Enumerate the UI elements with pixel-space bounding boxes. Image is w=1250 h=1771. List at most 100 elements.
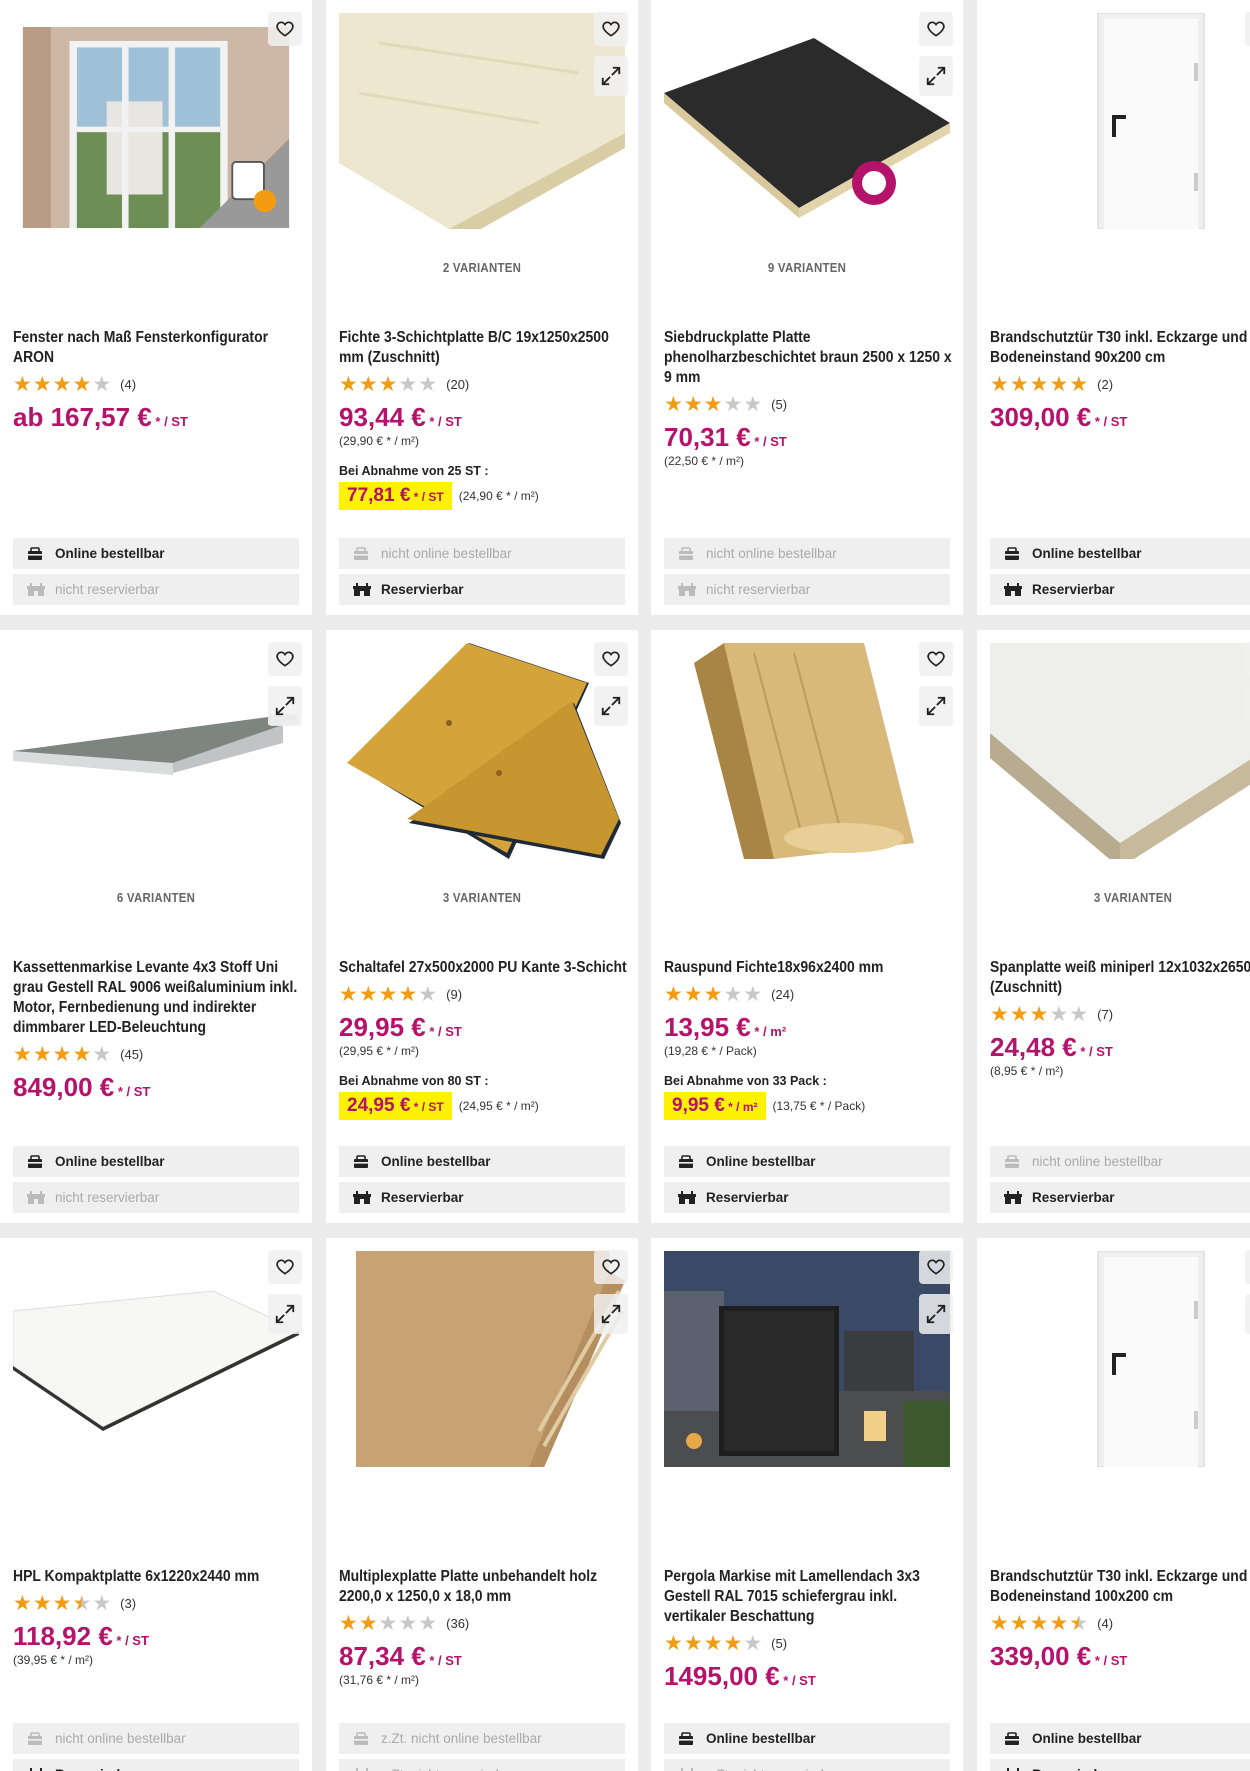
reservation-status[interactable]: Reservierbar xyxy=(990,574,1250,605)
reservation-status[interactable]: Reservierbar xyxy=(13,1759,299,1771)
compare-arrows-icon[interactable] xyxy=(268,1294,302,1334)
product-image[interactable] xyxy=(990,1251,1250,1467)
variants-label[interactable]: 9 VARIANTEN xyxy=(670,260,945,275)
product-title[interactable]: Fichte 3-Schichtplatte B/C 19x1250x2500 … xyxy=(339,328,627,368)
product-card[interactable]: Fenster nach Maß Fensterkonfigurator ARO… xyxy=(0,0,312,615)
online-order-status[interactable]: Online bestellbar xyxy=(664,1146,950,1177)
product-image[interactable] xyxy=(13,1251,299,1467)
product-card[interactable]: 3 VARIANTEN Spanplatte weiß miniperl 12x1… xyxy=(977,630,1250,1223)
favorite-heart-icon[interactable] xyxy=(268,1250,302,1284)
variants-label[interactable]: 3 VARIANTEN xyxy=(996,890,1250,905)
reservation-status[interactable]: Reservierbar xyxy=(990,1182,1250,1213)
product-image[interactable] xyxy=(664,13,950,229)
product-image[interactable] xyxy=(664,643,950,859)
reservation-status[interactable]: Reservierbar xyxy=(339,574,625,605)
online-order-status[interactable]: Online bestellbar xyxy=(339,1146,625,1177)
rating-stars[interactable]: ★ ★ ★ ★ ★ (5) xyxy=(664,394,787,415)
rating-stars[interactable]: ★ ★ ★ ★ ★ (20) xyxy=(339,374,469,395)
product-image[interactable] xyxy=(13,643,299,859)
variants-label[interactable]: 2 VARIANTEN xyxy=(345,260,620,275)
rating-stars[interactable]: ★ ★ ★ ★ ★ (36) xyxy=(339,1613,469,1634)
reservation-status[interactable]: nicht reservierbar xyxy=(13,1182,299,1213)
reservation-status[interactable]: Reservierbar xyxy=(339,1182,625,1213)
reservation-status[interactable]: nicht reservierbar xyxy=(13,574,299,605)
online-order-status[interactable]: nicht online bestellbar xyxy=(13,1723,299,1754)
product-title[interactable]: Pergola Markise mit Lamellendach 3x3 Ges… xyxy=(664,1567,952,1627)
product-title[interactable]: Kassettenmarkise Levante 4x3 Stoff Uni g… xyxy=(13,958,301,1038)
product-title[interactable]: Siebdruckplatte Platte phenolharzbeschic… xyxy=(664,328,952,388)
product-card[interactable]: 9 VARIANTEN Siebdruckplatte Platte phenol… xyxy=(651,0,963,615)
product-image[interactable] xyxy=(990,643,1250,859)
favorite-heart-icon[interactable] xyxy=(268,642,302,676)
product-image[interactable] xyxy=(339,1251,625,1467)
rating-stars[interactable]: ★ ★ ★ ★ ★ (2) xyxy=(990,374,1113,395)
compare-arrows-icon[interactable] xyxy=(919,56,953,96)
rating-stars[interactable]: ★ ★ ★ ★ ★ (7) xyxy=(990,1004,1113,1025)
product-title[interactable]: Schaltafel 27x500x2000 PU Kante 3-Schich… xyxy=(339,958,627,978)
product-card[interactable]: 2 VARIANTEN Fichte 3-Schichtplatte B/C 19… xyxy=(326,0,638,615)
compare-arrows-icon[interactable] xyxy=(919,686,953,726)
product-image[interactable] xyxy=(339,643,625,859)
compare-arrows-icon[interactable] xyxy=(594,686,628,726)
product-image[interactable] xyxy=(339,13,625,229)
online-order-status[interactable]: Online bestellbar xyxy=(13,1146,299,1177)
online-order-status[interactable]: nicht online bestellbar xyxy=(990,1146,1250,1177)
favorite-heart-icon[interactable] xyxy=(1245,1250,1250,1284)
reservation-status[interactable]: z.Zt. nicht reservierbar xyxy=(339,1759,625,1771)
product-title[interactable]: Spanplatte weiß miniperl 12x1032x2650 (Z… xyxy=(990,958,1250,998)
product-card[interactable]: 3 VARIANTEN Schaltafel 27x500x2000 PU Kan… xyxy=(326,630,638,1223)
online-order-status[interactable]: z.Zt. nicht online bestellbar xyxy=(339,1723,625,1754)
favorite-heart-icon[interactable] xyxy=(1245,12,1250,46)
online-order-status[interactable]: nicht online bestellbar xyxy=(339,538,625,569)
product-card[interactable]: Brandschutztür T30 inkl. Eckzarge und Bo… xyxy=(977,0,1250,615)
reservation-status[interactable]: Reservierbar xyxy=(990,1759,1250,1771)
compare-arrows-icon[interactable] xyxy=(594,56,628,96)
online-order-status[interactable]: Online bestellbar xyxy=(13,538,299,569)
online-order-status[interactable]: Online bestellbar xyxy=(990,1723,1250,1754)
product-title[interactable]: Fenster nach Maß Fensterkonfigurator ARO… xyxy=(13,328,301,368)
favorite-heart-icon[interactable] xyxy=(919,642,953,676)
product-card[interactable]: Rauspund Fichte18x96x2400 mm ★ ★ ★ ★ ★ (24) 13,… xyxy=(651,630,963,1223)
rating-stars[interactable]: ★ ★ ★ ★ ★ (4) xyxy=(13,374,136,395)
favorite-heart-icon[interactable] xyxy=(268,12,302,46)
product-card[interactable]: HPL Kompaktplatte 6x1220x2440 mm ★ ★ ★ ★ ★ (3)… xyxy=(0,1238,312,1771)
favorite-heart-icon[interactable] xyxy=(594,12,628,46)
store-icon xyxy=(678,1190,698,1205)
online-order-status[interactable]: nicht online bestellbar xyxy=(664,538,950,569)
product-card[interactable]: Pergola Markise mit Lamellendach 3x3 Ges… xyxy=(651,1238,963,1771)
reservation-status[interactable]: nicht reservierbar xyxy=(664,574,950,605)
compare-arrows-icon[interactable] xyxy=(594,1294,628,1334)
online-order-status[interactable]: Online bestellbar xyxy=(990,538,1250,569)
favorite-heart-icon[interactable] xyxy=(919,1250,953,1284)
favorite-heart-icon[interactable] xyxy=(919,12,953,46)
reservation-status[interactable]: z.Zt. nicht reservierbar xyxy=(664,1759,950,1771)
product-title[interactable]: Rauspund Fichte18x96x2400 mm xyxy=(664,958,952,978)
product-image[interactable] xyxy=(664,1251,950,1467)
product-title[interactable]: HPL Kompaktplatte 6x1220x2440 mm xyxy=(13,1567,301,1587)
compare-arrows-icon[interactable] xyxy=(919,1294,953,1334)
variants-label[interactable]: 3 VARIANTEN xyxy=(345,890,620,905)
product-title[interactable]: Brandschutztür T30 inkl. Eckzarge und Bo… xyxy=(990,1567,1250,1607)
rating-stars[interactable]: ★ ★ ★ ★ ★ (3) xyxy=(13,1593,136,1614)
compare-arrows-icon[interactable] xyxy=(1245,1294,1250,1334)
product-title[interactable]: Multiplexplatte Platte unbehandelt holz … xyxy=(339,1567,627,1607)
rating-stars[interactable]: ★ ★ ★ ★ ★ (5) xyxy=(664,1633,787,1654)
favorite-heart-icon[interactable] xyxy=(594,1250,628,1284)
rating-stars[interactable]: ★ ★ ★ ★ ★ (4) xyxy=(990,1613,1113,1634)
compare-arrows-icon[interactable] xyxy=(268,686,302,726)
product-image[interactable] xyxy=(990,13,1250,229)
favorite-heart-icon[interactable] xyxy=(1245,642,1250,676)
product-card[interactable]: 6 VARIANTEN Kassettenmarkise Levante 4x3 … xyxy=(0,630,312,1223)
variants-label[interactable]: 6 VARIANTEN xyxy=(19,890,294,905)
rating-stars[interactable]: ★ ★ ★ ★ ★ (24) xyxy=(664,984,794,1005)
product-image[interactable] xyxy=(13,27,299,228)
rating-stars[interactable]: ★ ★ ★ ★ ★ (9) xyxy=(339,984,462,1005)
online-order-status[interactable]: Online bestellbar xyxy=(664,1723,950,1754)
product-card[interactable]: Brandschutztür T30 inkl. Eckzarge und Bo… xyxy=(977,1238,1250,1771)
favorite-heart-icon[interactable] xyxy=(594,642,628,676)
product-title[interactable]: Brandschutztür T30 inkl. Eckzarge und Bo… xyxy=(990,328,1250,368)
compare-arrows-icon[interactable] xyxy=(1245,686,1250,726)
product-card[interactable]: Multiplexplatte Platte unbehandelt holz … xyxy=(326,1238,638,1771)
rating-stars[interactable]: ★ ★ ★ ★ ★ (45) xyxy=(13,1044,143,1065)
reservation-status[interactable]: Reservierbar xyxy=(664,1182,950,1213)
